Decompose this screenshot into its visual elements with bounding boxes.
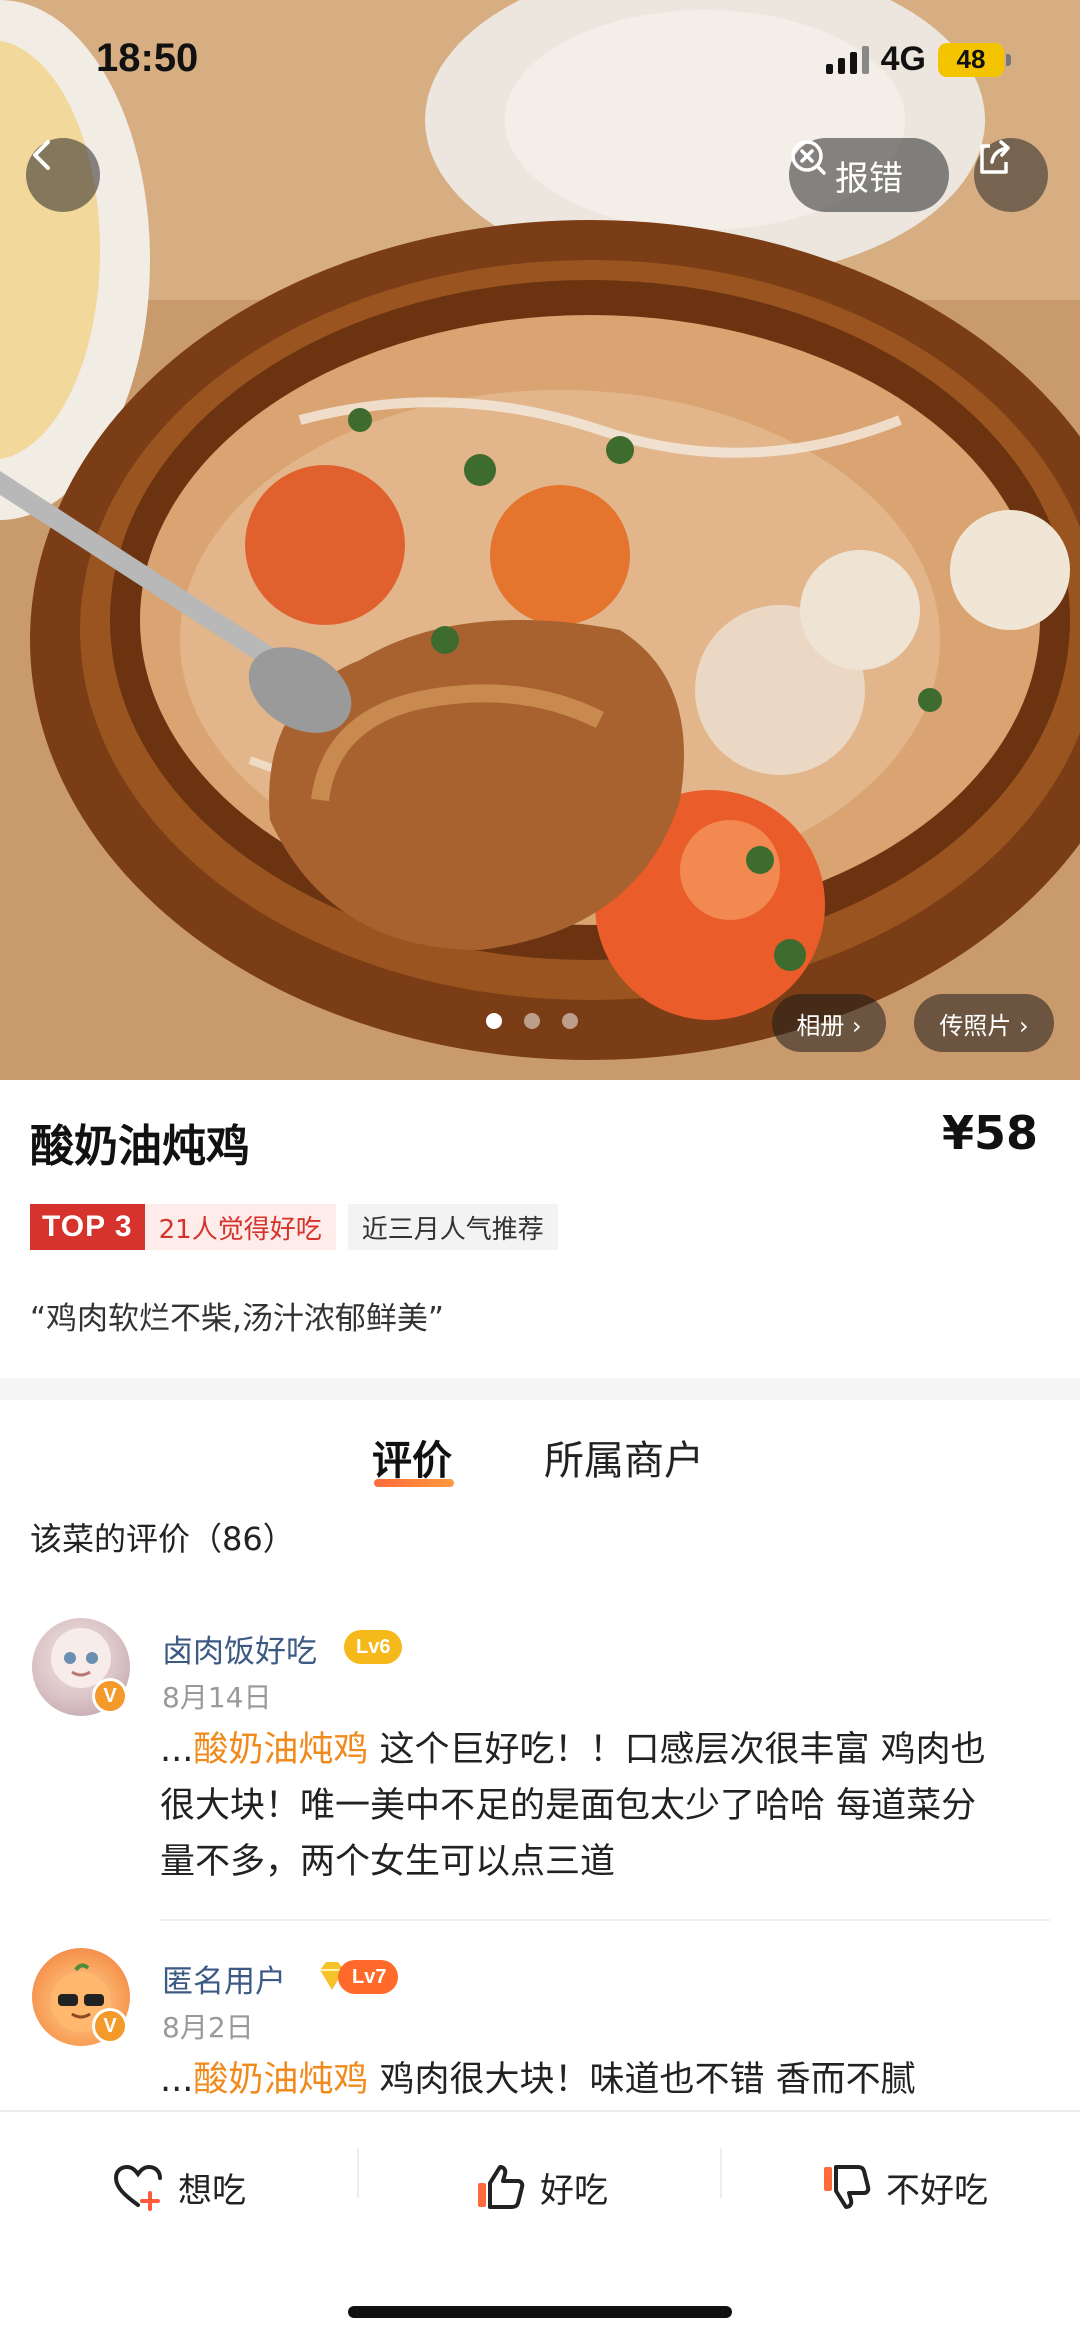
action-divider xyxy=(357,2148,359,2198)
album-button[interactable]: 相册 › xyxy=(772,994,886,1052)
review-body: 鸡肉很大块！味道也不错 香而不腻 xyxy=(368,2060,916,2100)
want-to-eat-button[interactable]: 想吃 xyxy=(110,2152,246,2222)
status-indicators: 4G 48 xyxy=(825,40,1011,79)
user-level-badge: Lv7 xyxy=(338,1960,399,1994)
review-prefix: ... xyxy=(160,1730,194,1770)
review-divider xyxy=(160,1919,1050,1921)
review-date: 8月2日 xyxy=(162,2011,254,2044)
dish-price: ¥58 xyxy=(941,1106,1038,1160)
section-divider xyxy=(0,1378,1080,1400)
back-button[interactable] xyxy=(26,138,100,212)
battery-icon: 48 xyxy=(938,42,1011,77)
review-prefix: ... xyxy=(160,2060,194,2100)
verified-badge: V xyxy=(92,2008,128,2044)
review-username[interactable]: 卤肉饭好吃 xyxy=(162,1626,317,1671)
home-indicator[interactable] xyxy=(348,2306,732,2318)
popularity-tag: 近三月人气推荐 xyxy=(347,1204,558,1250)
network-type: 4G xyxy=(880,40,926,78)
review-username[interactable]: 匿名用户 xyxy=(162,1956,286,2001)
share-button[interactable] xyxy=(974,138,1048,212)
thumbs-down-icon xyxy=(824,2165,871,2209)
dish-title: 酸奶油炖鸡 xyxy=(30,1121,250,1172)
user-level-badge: Lv6 xyxy=(344,1630,403,1664)
carousel-dot xyxy=(486,1013,502,1029)
verified-badge: V xyxy=(92,1678,128,1714)
active-tab-indicator xyxy=(374,1479,454,1487)
upload-photo-button[interactable]: 传照片 › xyxy=(914,994,1054,1052)
action-divider xyxy=(720,2148,722,2198)
not-tasty-button[interactable]: 不好吃 xyxy=(818,2152,988,2222)
review-text[interactable]: ...酸奶油炖鸡 这个巨好吃！！口感层次很丰富 鸡肉也很大块！唯一美中不足的是面… xyxy=(160,1722,1010,1890)
dish-photo-carousel[interactable]: 18:50 4G 48 报错 相册 › 传照片 › xyxy=(0,0,1080,1080)
review-date: 8月14日 xyxy=(162,1681,272,1714)
status-time: 18:50 xyxy=(96,36,199,80)
review-dish-highlight[interactable]: 酸奶油炖鸡 xyxy=(193,2060,368,2100)
tasty-button[interactable]: 好吃 xyxy=(472,2152,608,2222)
tab-merchant[interactable]: 所属商户 xyxy=(544,1428,704,1486)
review-text[interactable]: ...酸奶油炖鸡 鸡肉很大块！味道也不错 香而不腻 xyxy=(160,2052,1010,2108)
thumbs-up-icon xyxy=(478,2165,525,2209)
good-label: 好吃 xyxy=(540,2170,608,2211)
rank-text: 21人觉得好吃 xyxy=(144,1204,336,1250)
bottom-action-bar: 想吃 好吃 不好吃 xyxy=(0,2110,1080,2337)
heart-plus-icon xyxy=(113,2164,162,2211)
dish-quote: “鸡肉软烂不柴,汤汁浓郁鲜美” xyxy=(30,1301,444,1337)
report-icon xyxy=(791,140,826,175)
chevron-left-icon xyxy=(33,140,50,170)
reviews-header: 该菜的评价（86） xyxy=(30,1520,295,1558)
carousel-dot xyxy=(524,1013,540,1029)
carousel-dot xyxy=(562,1013,578,1029)
dish-tags: TOP 3 21人觉得好吃 近三月人气推荐 xyxy=(30,1204,558,1250)
share-icon xyxy=(980,140,1010,174)
dish-detail-page: 18:50 4G 48 报错 相册 › 传照片 › 酸奶油炖鸡 ¥58 TOP … xyxy=(0,0,1080,2337)
report-label: 报错 xyxy=(835,158,903,199)
rank-tag[interactable]: TOP 3 21人觉得好吃 xyxy=(30,1204,336,1250)
tab-reviews[interactable]: 评价 xyxy=(372,1428,452,1486)
bad-label: 不好吃 xyxy=(886,2170,988,2211)
carousel-indicator xyxy=(486,1013,578,1029)
report-error-button[interactable]: 报错 xyxy=(789,138,949,212)
want-label: 想吃 xyxy=(178,2170,246,2211)
signal-icon xyxy=(825,45,869,74)
review-dish-highlight[interactable]: 酸奶油炖鸡 xyxy=(193,1730,368,1770)
top3-badge: TOP 3 xyxy=(30,1204,145,1250)
